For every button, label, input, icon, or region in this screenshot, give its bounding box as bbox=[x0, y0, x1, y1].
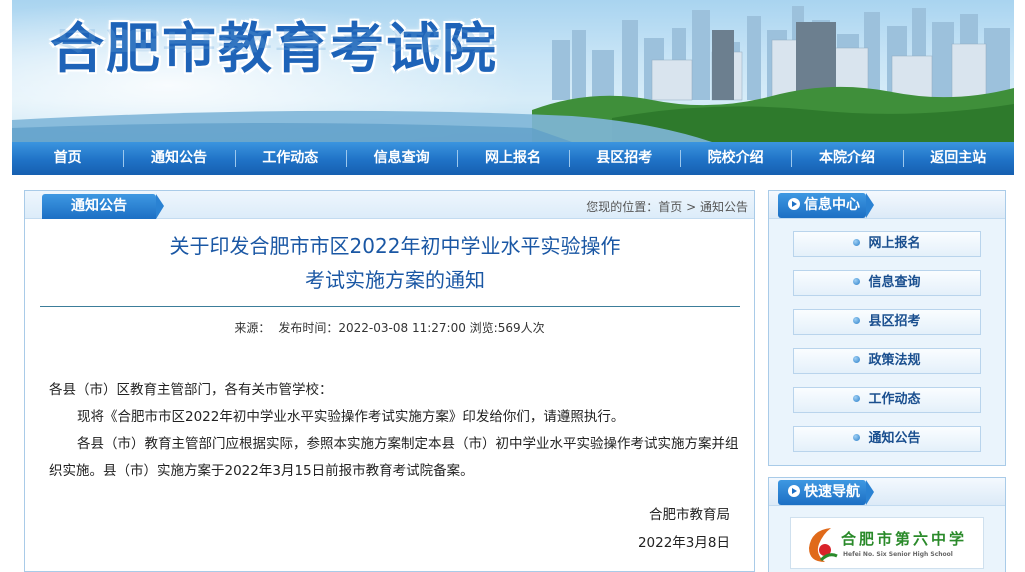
hefei-no6-school-link[interactable]: 合肥市第六中学 Hefei No. Six Senior High School bbox=[790, 517, 984, 569]
article-title-line1: 关于印发合肥市市区2022年初中学业水平实验操作 bbox=[169, 234, 621, 258]
school-logo-icon bbox=[809, 528, 838, 562]
breadcrumb: 您现的位置：首页 > 通知公告 bbox=[586, 198, 748, 215]
quick-nav-header: 快速导航 bbox=[769, 478, 1005, 506]
article-title: 关于印发合肥市市区2022年初中学业水平实验操作 考试实施方案的通知 bbox=[65, 229, 725, 297]
breadcrumb-home[interactable]: 首页 bbox=[658, 200, 682, 214]
school-logo-subtitle: Hefei No. Six Senior High School bbox=[843, 551, 953, 558]
site-banner: 合肥市教育考试院 合肥市教育考试院 bbox=[12, 0, 1014, 142]
article-body: 各县（市）区教育主管部门，各有关市管学校： 现将《合肥市市区2022年初中学业水… bbox=[49, 377, 739, 485]
article-publish-time: 发布时间：2022-03-08 11:27:00 bbox=[278, 321, 466, 335]
article-panel-header: 通知公告 您现的位置：首页 > 通知公告 bbox=[25, 191, 754, 219]
bullet-icon bbox=[853, 356, 861, 363]
sidebar-link-policies[interactable]: 政策法规 bbox=[793, 348, 981, 374]
breadcrumb-separator: > bbox=[686, 200, 697, 214]
article-views: 浏览:569人次 bbox=[469, 321, 545, 335]
breadcrumb-current[interactable]: 通知公告 bbox=[700, 200, 748, 214]
info-center-title: 信息中心 bbox=[778, 193, 874, 218]
article-source: 来源： bbox=[234, 321, 271, 335]
bullet-icon bbox=[853, 434, 861, 441]
article-meta: 来源： 发布时间：2022-03-08 11:27:00 浏览:569人次 bbox=[25, 319, 754, 336]
breadcrumb-prefix: 您现的位置： bbox=[586, 200, 659, 214]
bullet-icon bbox=[853, 278, 861, 285]
nav-info-query[interactable]: 信息查询 bbox=[345, 142, 457, 175]
nav-about[interactable]: 本院介绍 bbox=[791, 142, 902, 175]
main-nav: 首页 通知公告 工作动态 信息查询 网上报名 县区招考 院校介绍 本院介绍 返回… bbox=[12, 142, 1014, 175]
nav-work-news[interactable]: 工作动态 bbox=[234, 142, 346, 175]
article-greeting: 各县（市）区教育主管部门，各有关市管学校： bbox=[49, 382, 333, 398]
section-tab: 通知公告 bbox=[42, 194, 164, 219]
arrow-right-icon bbox=[788, 198, 800, 210]
sidebar-link-county-exams[interactable]: 县区招考 bbox=[793, 309, 981, 335]
sidebar-link-info-query[interactable]: 信息查询 bbox=[793, 270, 981, 296]
arrow-right-icon bbox=[788, 485, 800, 497]
article-panel: 通知公告 您现的位置：首页 > 通知公告 关于印发合肥市市区2022年初中学业水… bbox=[24, 190, 755, 572]
bullet-icon bbox=[853, 317, 861, 324]
info-center-header: 信息中心 bbox=[769, 191, 1005, 219]
nav-main-site[interactable]: 返回主站 bbox=[902, 142, 1014, 175]
article-date: 2022年3月8日 bbox=[637, 535, 730, 551]
nav-county-exams[interactable]: 县区招考 bbox=[568, 142, 680, 175]
bullet-icon bbox=[853, 395, 861, 402]
article-paragraph: 现将《合肥市市区2022年初中学业水平实验操作考试实施方案》印发给你们，请遵照执… bbox=[77, 409, 625, 425]
sidebar-link-notices[interactable]: 通知公告 bbox=[793, 426, 981, 452]
nav-online-registration[interactable]: 网上报名 bbox=[457, 142, 568, 175]
info-center-links: 网上报名 信息查询 县区招考 政策法规 工作动态 通知公告 bbox=[793, 231, 981, 465]
nav-home[interactable]: 首页 bbox=[12, 142, 123, 175]
bullet-icon bbox=[853, 239, 861, 246]
quick-nav-title: 快速导航 bbox=[778, 480, 874, 505]
nav-schools[interactable]: 院校介绍 bbox=[679, 142, 791, 175]
article-signer: 合肥市教育局 bbox=[649, 507, 730, 523]
sidebar-link-online-registration[interactable]: 网上报名 bbox=[793, 231, 981, 257]
info-center-box: 信息中心 网上报名 信息查询 县区招考 政策法规 工作动态 通知公告 bbox=[768, 190, 1006, 466]
article-paragraph: 各县（市）教育主管部门应根据实际，参照本实施方案制定本县（市）初中学业水平实验操… bbox=[49, 436, 739, 479]
title-divider bbox=[40, 306, 740, 307]
sidebar-link-work-news[interactable]: 工作动态 bbox=[793, 387, 981, 413]
article-title-line2: 考试实施方案的通知 bbox=[305, 268, 485, 292]
school-logo-text: 合肥市第六中学 bbox=[841, 530, 968, 548]
nav-notices[interactable]: 通知公告 bbox=[123, 142, 234, 175]
site-title-reflection: 合肥市教育考试院 bbox=[50, 25, 498, 55]
